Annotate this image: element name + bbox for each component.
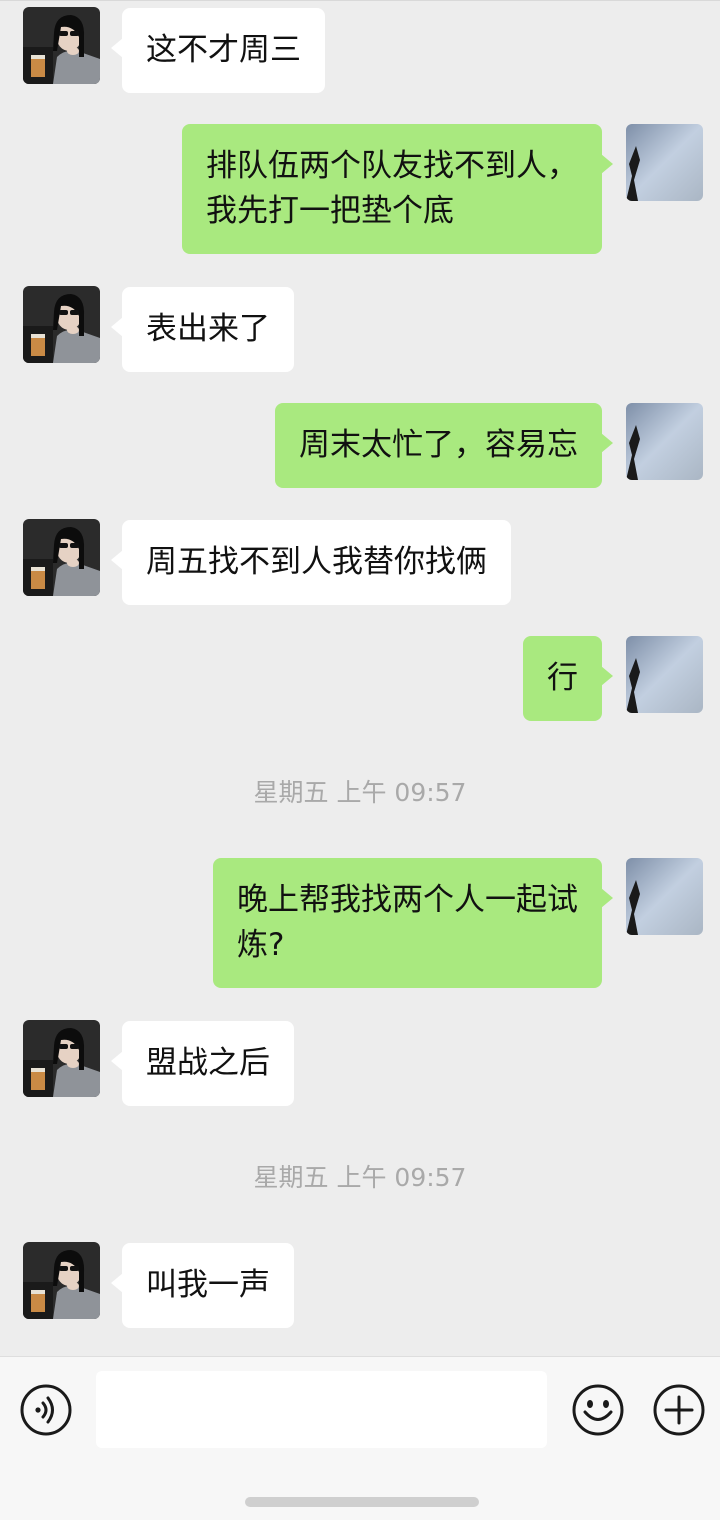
my-avatar-image xyxy=(626,858,703,935)
message-timestamp: 星期五 上午 09:57 xyxy=(253,1163,467,1192)
home-indicator[interactable] xyxy=(245,1497,479,1507)
chat-message-list[interactable]: 这不才周三 排队伍两个队友找不到人， 我先打一把垫个底 表出来了 周末太忙了，容… xyxy=(0,0,720,1356)
contact-avatar[interactable] xyxy=(23,7,100,84)
received-message-bubble[interactable]: 叫我一声 xyxy=(111,1243,294,1328)
sent-message-bubble[interactable]: 周末太忙了，容易忘 xyxy=(275,403,613,488)
sent-message-bubble[interactable]: 排队伍两个队友找不到人， 我先打一把垫个底 xyxy=(182,124,613,254)
my-avatar-image xyxy=(626,636,703,713)
my-avatar[interactable] xyxy=(626,636,703,713)
contact-avatar-image xyxy=(23,1020,100,1097)
contact-avatar[interactable] xyxy=(23,519,100,596)
emoji-icon[interactable] xyxy=(571,1383,625,1437)
contact-avatar[interactable] xyxy=(23,1242,100,1319)
received-message-bubble[interactable]: 表出来了 xyxy=(111,287,294,372)
sent-message-bubble[interactable]: 晚上帮我找两个人一起试 炼? xyxy=(213,858,613,988)
my-avatar[interactable] xyxy=(626,403,703,480)
received-message-bubble[interactable]: 周五找不到人我替你找俩 xyxy=(111,520,511,605)
message-timestamp: 星期五 上午 09:57 xyxy=(253,778,467,807)
message-text-field[interactable] xyxy=(96,1371,547,1448)
contact-avatar[interactable] xyxy=(23,286,100,363)
plus-icon[interactable] xyxy=(652,1383,706,1437)
voice-icon[interactable] xyxy=(19,1383,73,1437)
contact-avatar-image xyxy=(23,519,100,596)
contact-avatar[interactable] xyxy=(23,1020,100,1097)
my-avatar[interactable] xyxy=(626,858,703,935)
message-input-bar xyxy=(0,1356,720,1520)
sent-message-bubble[interactable]: 行 xyxy=(523,636,613,721)
my-avatar-image xyxy=(626,403,703,480)
my-avatar-image xyxy=(626,124,703,201)
contact-avatar-image xyxy=(23,7,100,84)
received-message-bubble[interactable]: 盟战之后 xyxy=(111,1021,294,1106)
contact-avatar-image xyxy=(23,1242,100,1319)
my-avatar[interactable] xyxy=(626,124,703,201)
received-message-bubble[interactable]: 这不才周三 xyxy=(111,8,325,93)
contact-avatar-image xyxy=(23,286,100,363)
